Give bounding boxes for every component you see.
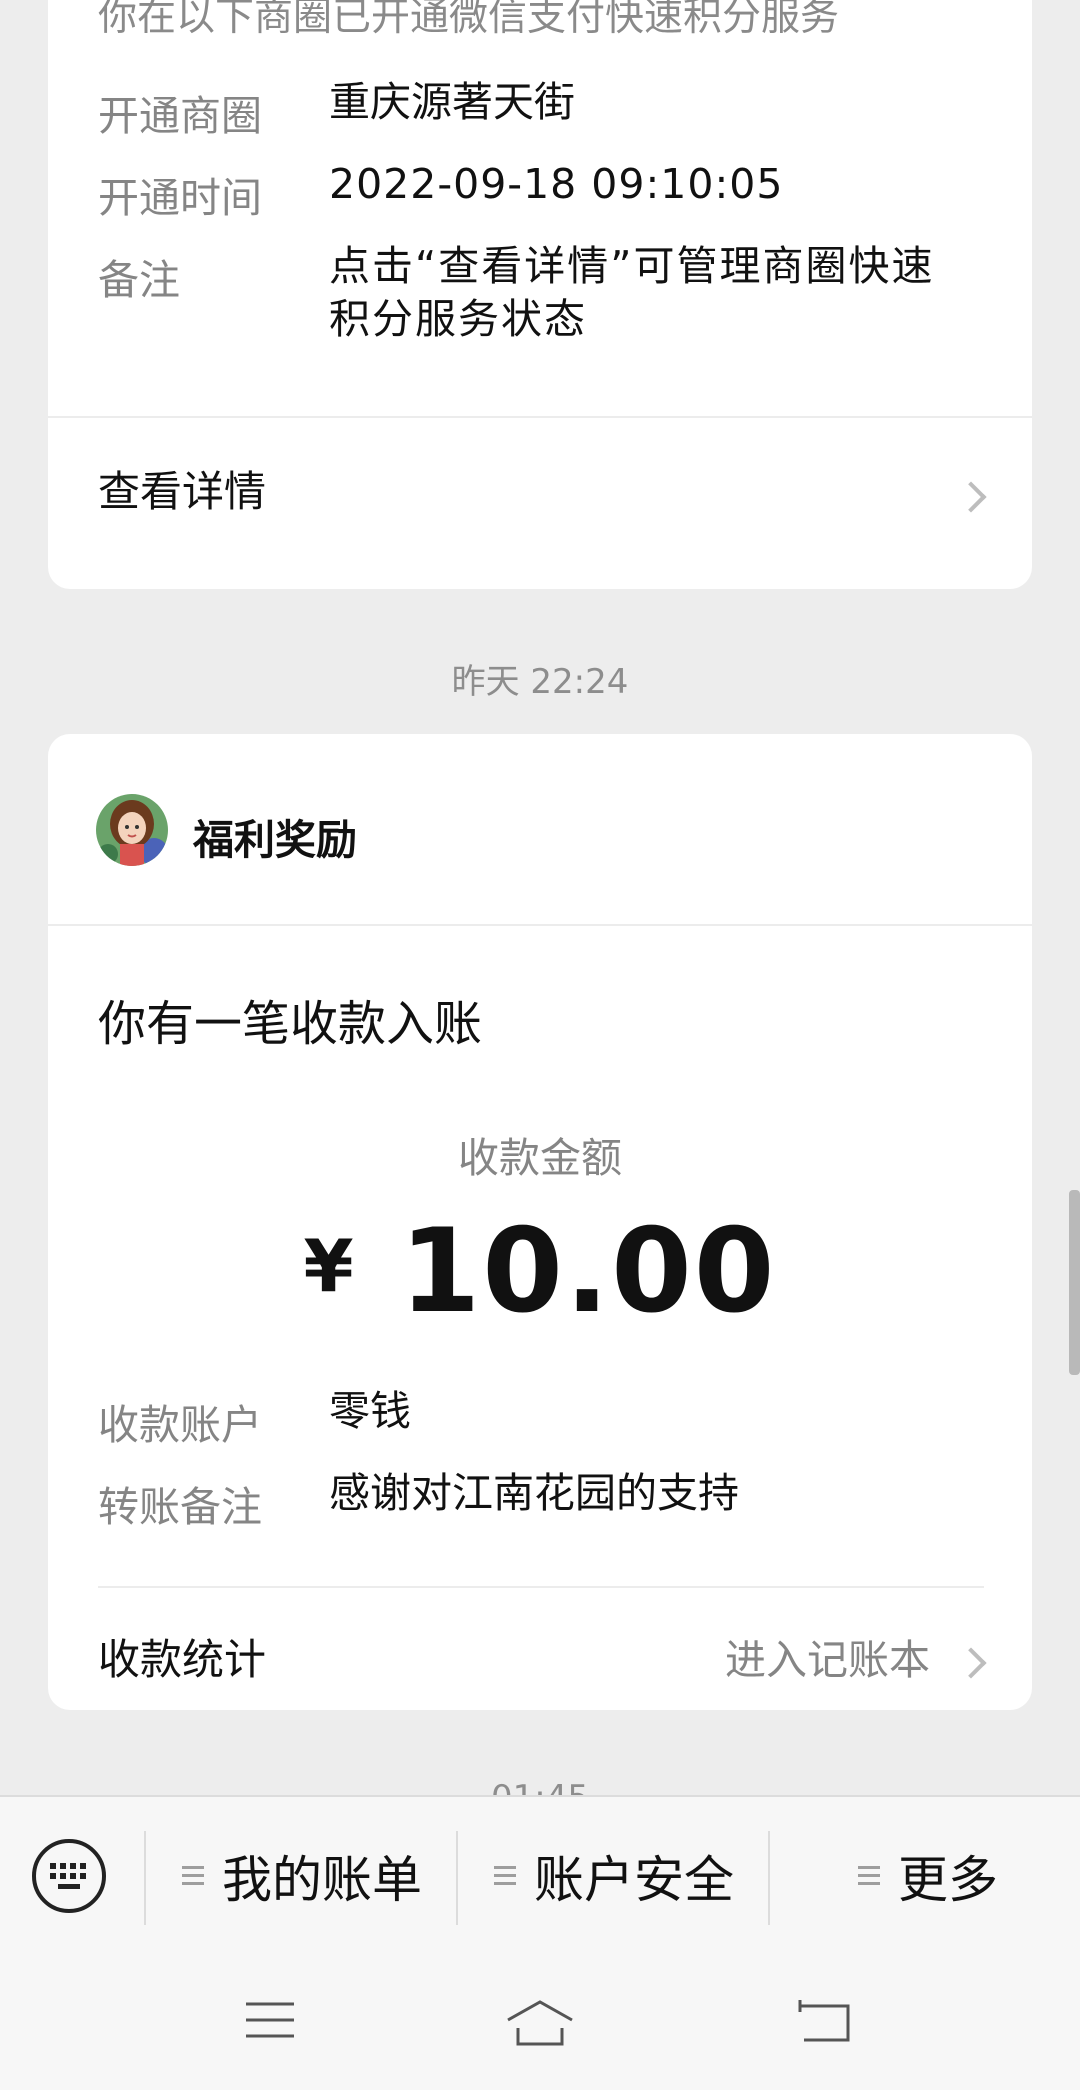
merchant-points-card: 你在以下商圈已开通微信支付快速积分服务 开通商圈 重庆源著天街 开通时间 202…: [48, 0, 1032, 589]
currency-symbol: ¥: [303, 1224, 356, 1308]
hamburger-icon: [494, 1866, 516, 1886]
hamburger-icon: [858, 1866, 880, 1886]
view-details-row[interactable]: 查看详情: [48, 418, 1032, 589]
row-label-district: 开通商圈: [98, 92, 262, 140]
sender-name: 福利奖励: [193, 816, 357, 864]
menu-icon[interactable]: [244, 1998, 296, 2046]
amount-display: ¥10.00: [48, 1204, 1032, 1339]
row-label-time: 开通时间: [98, 174, 262, 222]
menu-item-security[interactable]: 账户安全: [494, 1839, 734, 1913]
payment-received-card[interactable]: 福利奖励 你有一笔收款入账 收款金额 ¥10.00 收款账户 零钱 转账备注 感…: [48, 734, 1032, 1710]
menu-item-more[interactable]: 更多: [858, 1839, 998, 1913]
system-nav-bar: [0, 1978, 1080, 2088]
chevron-right-icon: [955, 481, 987, 513]
keyboard-icon[interactable]: [32, 1839, 106, 1913]
back-icon[interactable]: [796, 1998, 852, 2050]
row-value-account: 零钱: [329, 1387, 411, 1435]
menu-label-more: 更多: [898, 1851, 998, 1909]
avatar: [96, 794, 168, 866]
row-label-account: 收款账户: [98, 1401, 262, 1449]
timestamp: 昨天 22:24: [451, 662, 629, 702]
menu-separator: [144, 1831, 146, 1925]
menu-separator: [768, 1831, 770, 1925]
stats-row[interactable]: 收款统计 进入记账本: [48, 1588, 1032, 1710]
divider: [48, 924, 1032, 926]
ledger-link[interactable]: 进入记账本: [725, 1626, 930, 1686]
headline: 你有一笔收款入账: [98, 996, 483, 1052]
stats-label: 收款统计: [98, 1635, 267, 1684]
menu-label-bills: 我的账单: [222, 1851, 422, 1909]
amount-label: 收款金额: [458, 1134, 622, 1182]
menu-label-security: 账户安全: [534, 1851, 734, 1909]
home-icon[interactable]: [504, 1998, 576, 2052]
card-intro-text: 你在以下商圈已开通微信支付快速积分服务: [98, 0, 840, 40]
row-value-remark: 感谢对江南花园的支持: [329, 1469, 739, 1517]
row-label-remark: 转账备注: [98, 1483, 262, 1531]
row-value-district: 重庆源著天街: [329, 78, 575, 126]
chevron-right-icon: [955, 1647, 987, 1679]
view-details-label: 查看详情: [98, 467, 267, 516]
hamburger-icon: [182, 1866, 204, 1886]
row-value-time: 2022-09-18 09:10:05: [329, 160, 784, 208]
amount-value: 10.00: [399, 1204, 777, 1339]
row-label-note: 备注: [98, 256, 180, 304]
scrollbar[interactable]: [1069, 1190, 1080, 1375]
menu-separator: [456, 1831, 458, 1925]
row-value-note: 点击“查看详情”可管理商圈快速积分服务状态: [329, 242, 935, 343]
menu-item-bills[interactable]: 我的账单: [182, 1839, 422, 1913]
